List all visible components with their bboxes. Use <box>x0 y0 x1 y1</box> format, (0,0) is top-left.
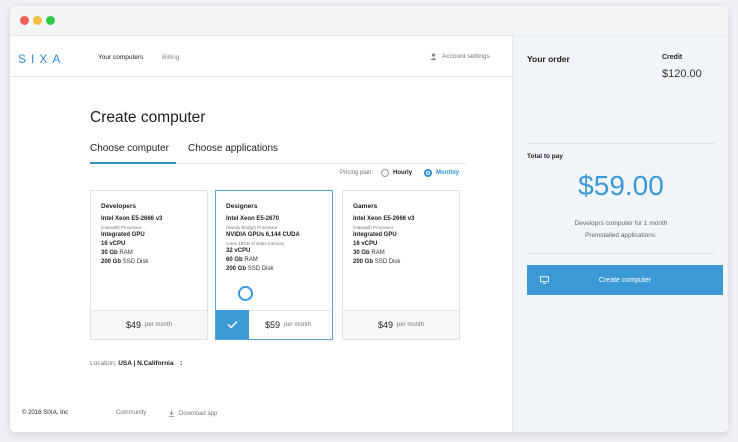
cpu-sub: (Haswell) Processor <box>101 225 142 230</box>
logo[interactable]: SIXA <box>18 52 65 66</box>
ram-spec: 60 Gb RAM <box>226 257 258 263</box>
plan-specs: Intel Xeon E5-2666 v3 (Haswell) Processo… <box>353 215 414 267</box>
plan-price: $49 per month <box>91 310 207 339</box>
cpu-spec: Intel Xeon E5-2666 v3 <box>101 216 163 222</box>
disk-spec: 200 Gb SSD Disk <box>101 259 149 265</box>
nav-your-computers[interactable]: Your computers <box>98 54 143 61</box>
maximize-window-button[interactable] <box>46 16 55 25</box>
create-computer-label: Create computer <box>598 276 652 284</box>
community-link[interactable]: Community <box>116 410 146 416</box>
cpu-spec: Intel Xeon E5-2666 v3 <box>353 216 415 222</box>
cpu-spec: Intel Xeon E5-2670 <box>226 216 280 222</box>
create-computer-button[interactable]: Create computer <box>527 265 723 295</box>
download-icon <box>168 410 175 417</box>
title-bar <box>10 6 728 36</box>
plan-card-gamers[interactable]: Gamers Intel Xeon E5-2666 v3 (Haswell) P… <box>342 190 460 340</box>
total-value: $59.00 <box>578 170 664 201</box>
location-select[interactable]: Location: USA | N.California ↕ <box>90 360 183 367</box>
select-arrows-icon: ↕ <box>179 360 183 367</box>
active-tab-indicator <box>90 162 176 164</box>
hourly-radio[interactable] <box>381 169 390 177</box>
header-divider <box>10 76 512 77</box>
plan-name: Gamers <box>353 203 378 210</box>
total-label: Total to pay <box>527 153 563 160</box>
plan-specs: Intel Xeon E5-2670 (Sandy Bridge) Proces… <box>226 215 300 274</box>
ram-spec: 30 Gb RAM <box>101 250 133 256</box>
gpu-spec: Integrated GPU <box>101 232 145 238</box>
account-settings-link[interactable]: Account settings <box>430 53 490 60</box>
copyright: © 2016 SIXA, Inc <box>22 410 69 416</box>
download-app-link[interactable]: Download app <box>168 410 217 417</box>
account-settings-label: Account settings <box>442 53 490 60</box>
credit-label: Credit <box>662 54 683 61</box>
plan-card-developers[interactable]: Developers Intel Xeon E5-2666 v3 (Haswel… <box>90 190 208 340</box>
location-value: USA | N.California <box>118 360 174 367</box>
order-description: Developrs computer for 1 month Preinstal… <box>574 220 668 239</box>
close-window-button[interactable] <box>20 16 29 25</box>
cpu-sub: (Sandy Bridge) Processor <box>226 225 278 230</box>
gpu-spec: NVIDIA GPUs 6,144 CUDA <box>226 232 300 238</box>
disk-spec: 200 Gb SSD Disk <box>226 266 274 272</box>
sidebar-divider <box>527 143 715 144</box>
vcpu-spec: 16 vCPU <box>353 241 378 247</box>
vcpu-spec: 16 vCPU <box>101 241 126 247</box>
monthly-radio[interactable] <box>424 169 433 177</box>
user-icon <box>430 53 437 60</box>
sidebar-divider <box>527 253 715 254</box>
selected-check-icon <box>216 310 249 339</box>
location-label: Location: <box>90 360 117 367</box>
credit-value: $120.00 <box>662 68 702 80</box>
order-sidebar: Your order Credit $120.00 Total to pay $… <box>512 36 728 432</box>
order-title: Your order <box>527 54 570 64</box>
plan-specs: Intel Xeon E5-2666 v3 (Haswell) Processo… <box>101 215 162 267</box>
plan-name: Developers <box>101 203 137 210</box>
pricing-plan-label: Pricing plan: <box>340 170 374 176</box>
ram-spec: 30 Gb RAM <box>353 250 385 256</box>
page-title: Create computer <box>90 109 206 126</box>
tab-choose-computer[interactable]: Choose computer <box>90 143 169 154</box>
hourly-label[interactable]: Hourly <box>393 170 412 176</box>
gpu-spec: Integrated GPU <box>353 232 397 238</box>
pricing-plan: Pricing plan: Hourly Monthly <box>340 169 459 177</box>
gpu-sub: cores 16GB of video memory <box>226 241 285 246</box>
cursor-indicator <box>238 286 253 301</box>
plan-price: $49 per month <box>343 310 459 339</box>
nav-billing[interactable]: Billing <box>162 54 179 61</box>
plan-name: Designers <box>226 203 258 210</box>
plan-card-designers[interactable]: Designers Intel Xeon E5-2670 (Sandy Brid… <box>215 190 333 340</box>
vcpu-spec: 32 vCPU <box>226 248 251 254</box>
tab-choose-applications[interactable]: Choose applications <box>188 143 278 154</box>
main-panel: SIXA Your computers Billing Account sett… <box>10 36 512 432</box>
monthly-label[interactable]: Monthly <box>436 170 459 176</box>
app-window: SIXA Your computers Billing Account sett… <box>10 6 728 432</box>
cpu-sub: (Haswell) Processor <box>353 225 394 230</box>
disk-spec: 200 Gb SSD Disk <box>353 259 401 265</box>
minimize-window-button[interactable] <box>33 16 42 25</box>
